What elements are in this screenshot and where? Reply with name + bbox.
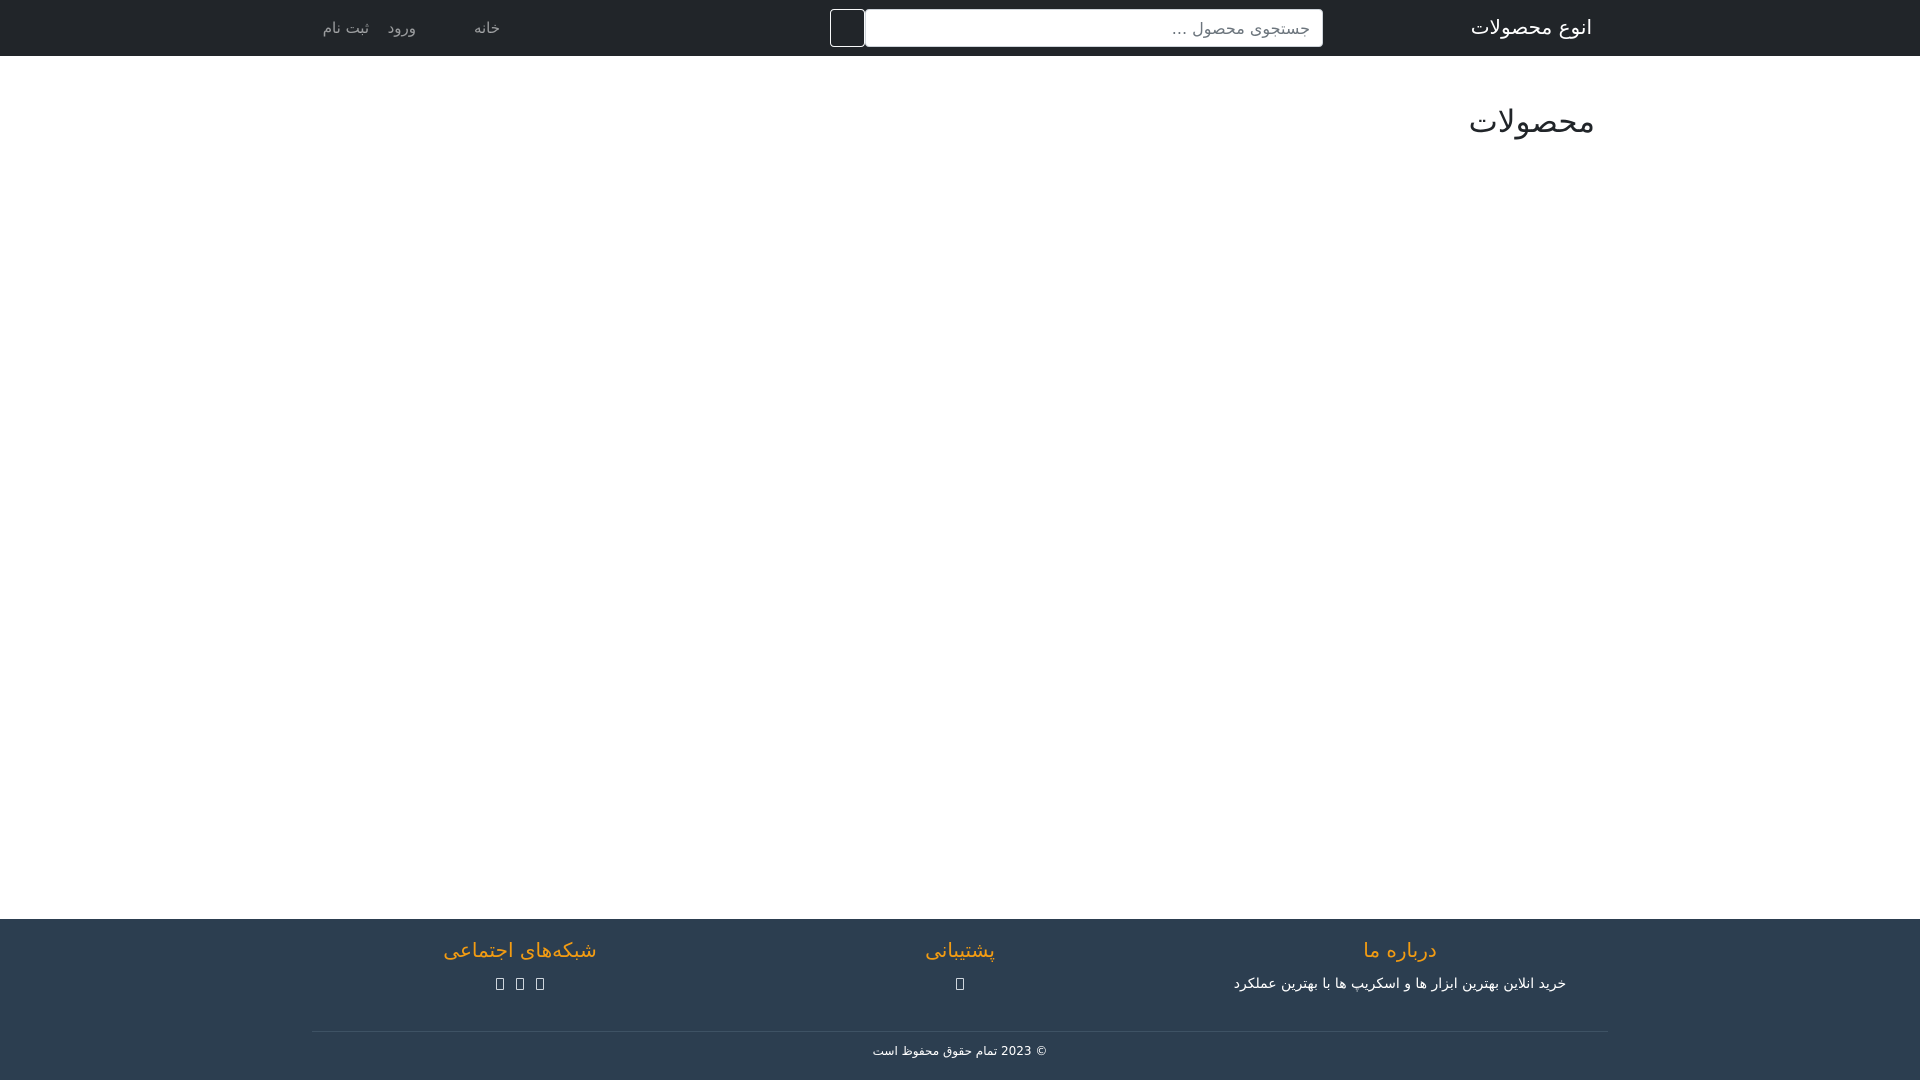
footer-about-heading: درباره ما: [1363, 938, 1437, 962]
footer-support-section: پشتیبانی: [740, 937, 1180, 993]
footer-social-section: شبکه‌های اجتماعی: [300, 937, 740, 993]
search-button[interactable]: [830, 9, 865, 47]
footer-about-text: خرید انلاین بهترین ابزار ها و اسکریپ ها …: [1233, 976, 1567, 992]
copyright-text: © 2023 تمام حقوق محفوظ است: [872, 1044, 1048, 1058]
nav-link-home[interactable]: خانه: [474, 18, 500, 38]
social-icon-row: [300, 975, 740, 993]
footer-support-heading: پشتیبانی: [925, 938, 995, 962]
footer-social-heading: شبکه‌های اجتماعی: [443, 938, 597, 962]
social-icon-2[interactable]: [516, 978, 524, 990]
site-footer: درباره ما خرید انلاین بهترین ابزار ها و …: [0, 919, 1920, 1080]
page-title: محصولات: [1468, 104, 1595, 140]
support-icon[interactable]: [956, 978, 964, 990]
support-icon-row: [740, 975, 1180, 993]
search-input[interactable]: [865, 9, 1323, 47]
social-icon-1[interactable]: [496, 978, 504, 990]
brand-link[interactable]: انوع محصولات: [1471, 14, 1592, 40]
top-navbar: انوع محصولات خانه ورود ثبت نام: [0, 0, 1920, 56]
footer-divider: [312, 1031, 1608, 1032]
nav-link-register[interactable]: ثبت نام: [323, 18, 369, 38]
footer-about-section: درباره ما خرید انلاین بهترین ابزار ها و …: [1180, 937, 1620, 993]
social-icon-3[interactable]: [536, 978, 544, 990]
nav-link-login[interactable]: ورود: [388, 18, 416, 38]
